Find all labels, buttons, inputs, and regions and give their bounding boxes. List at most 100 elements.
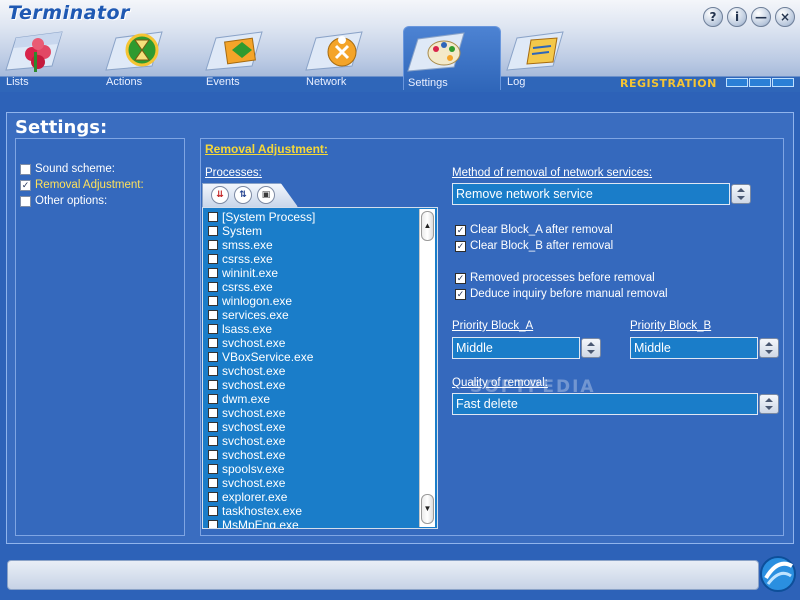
checkbox[interactable]	[208, 520, 218, 528]
checkbox[interactable]	[208, 492, 218, 502]
checkbox[interactable]	[208, 338, 218, 348]
scroll-down-icon[interactable]: ▼	[421, 494, 434, 524]
list-item[interactable]: svchost.exe	[208, 378, 285, 392]
sidebar-item-removal-adjustment[interactable]: ✓ Removal Adjustment:	[20, 178, 144, 192]
quality-select[interactable]: Fast delete	[452, 393, 758, 415]
checkbox[interactable]	[208, 254, 218, 264]
close-button[interactable]: ×	[775, 7, 795, 27]
help-button[interactable]: ?	[703, 7, 723, 27]
tab-events[interactable]: Events	[202, 26, 300, 90]
priority-a-label: Priority Block_A	[452, 320, 534, 332]
checkbox[interactable]	[208, 394, 218, 404]
checkbox[interactable]	[208, 464, 218, 474]
list-item[interactable]: spoolsv.exe	[208, 462, 284, 476]
list-item[interactable]: svchost.exe	[208, 448, 285, 462]
list-item[interactable]: VBoxService.exe	[208, 350, 313, 364]
process-name: System	[222, 224, 263, 238]
process-name: svchost.exe	[222, 378, 286, 392]
method-spin-icon[interactable]	[731, 184, 751, 204]
list-item[interactable]: [System Process]	[208, 210, 315, 224]
checkbox[interactable]: ✓	[20, 179, 31, 191]
quality-spin-icon[interactable]	[759, 394, 779, 414]
list-item[interactable]: svchost.exe	[208, 336, 285, 350]
checkbox[interactable]	[208, 422, 218, 432]
checkbox[interactable]: ✓	[455, 240, 466, 252]
option-deduce-inquiry[interactable]: ✓ Deduce inquiry before manual removal	[455, 287, 668, 301]
checkbox[interactable]	[208, 282, 218, 292]
method-select[interactable]: Remove network service	[452, 183, 730, 205]
section-title: Removal Adjustment:	[205, 142, 328, 156]
status-bar	[7, 560, 759, 590]
list-item[interactable]: svchost.exe	[208, 364, 285, 378]
scroll-up-icon[interactable]: ▲	[421, 211, 434, 241]
priority-b-select[interactable]: Middle	[630, 337, 758, 359]
process-name: svchost.exe	[222, 336, 286, 350]
checkbox[interactable]: ✓	[455, 272, 466, 284]
list-item[interactable]: MsMpEng.exe	[208, 518, 299, 528]
option-clear-block-b[interactable]: ✓ Clear Block_B after removal	[455, 239, 613, 253]
list-item[interactable]: csrss.exe	[208, 252, 273, 266]
tab-log[interactable]: Log	[503, 26, 601, 90]
checkbox[interactable]	[208, 324, 218, 334]
process-list-scrollbar[interactable]: ▲ ▼	[419, 209, 435, 527]
checkbox[interactable]	[20, 195, 31, 207]
refresh-icon[interactable]: ▣	[257, 186, 275, 204]
checkbox[interactable]	[208, 310, 218, 320]
list-item[interactable]: csrss.exe	[208, 280, 273, 294]
list-item[interactable]: dwm.exe	[208, 392, 270, 406]
tab-label: Log	[507, 76, 526, 88]
priority-a-select[interactable]: Middle	[452, 337, 580, 359]
process-name: taskhostex.exe	[222, 504, 303, 518]
list-item[interactable]: svchost.exe	[208, 420, 285, 434]
events-icon	[205, 31, 263, 71]
info-button[interactable]: i	[727, 7, 747, 27]
priority-b-spin-icon[interactable]	[759, 338, 779, 358]
sidebar-item-sound-scheme[interactable]: Sound scheme:	[20, 162, 115, 176]
list-item[interactable]: svchost.exe	[208, 476, 285, 490]
tab-lists[interactable]: Lists	[2, 26, 100, 90]
checkbox[interactable]	[208, 226, 218, 236]
process-list[interactable]: [System Process] System smss.exe csrss.e…	[202, 207, 438, 529]
checkbox[interactable]	[208, 478, 218, 488]
checkbox[interactable]	[208, 296, 218, 306]
checkbox[interactable]	[208, 366, 218, 376]
page-title: Settings:	[15, 117, 108, 138]
checkbox[interactable]	[208, 212, 218, 222]
process-name: dwm.exe	[222, 392, 271, 406]
checkbox[interactable]	[208, 506, 218, 516]
list-item[interactable]: svchost.exe	[208, 434, 285, 448]
checkbox[interactable]	[208, 352, 218, 362]
checkbox[interactable]	[208, 450, 218, 460]
list-item[interactable]: smss.exe	[208, 238, 273, 252]
list-item[interactable]: taskhostex.exe	[208, 504, 302, 518]
checkbox[interactable]: ✓	[455, 288, 466, 300]
swap-icon[interactable]: ⇅	[234, 186, 252, 204]
priority-a-spin-icon[interactable]	[581, 338, 601, 358]
checkbox[interactable]	[208, 240, 218, 250]
tab-settings[interactable]: Settings	[403, 26, 501, 90]
checkbox[interactable]	[208, 408, 218, 418]
list-item[interactable]: services.exe	[208, 308, 289, 322]
tab-actions[interactable]: Actions	[102, 26, 200, 90]
checkbox[interactable]	[208, 436, 218, 446]
list-item[interactable]: svchost.exe	[208, 406, 285, 420]
palette-icon	[407, 32, 465, 72]
list-item[interactable]: System	[208, 224, 262, 238]
list-item[interactable]: explorer.exe	[208, 490, 287, 504]
move-down-icon[interactable]: ⇊	[211, 186, 229, 204]
sidebar-item-other-options[interactable]: Other options:	[20, 194, 107, 208]
checkbox[interactable]: ✓	[455, 224, 466, 236]
minimize-button[interactable]: —	[751, 7, 771, 27]
process-name: services.exe	[222, 308, 289, 322]
checkbox[interactable]	[20, 163, 31, 175]
app-logo-icon	[760, 556, 796, 592]
checkbox[interactable]	[208, 380, 218, 390]
tab-network[interactable]: Network	[302, 26, 400, 90]
list-item[interactable]: winlogon.exe	[208, 294, 292, 308]
list-item[interactable]: wininit.exe	[208, 266, 278, 280]
option-clear-block-a[interactable]: ✓ Clear Block_A after removal	[455, 223, 613, 237]
list-item[interactable]: lsass.exe	[208, 322, 272, 336]
registration-label[interactable]: REGISTRATION	[620, 77, 717, 90]
option-removed-processes[interactable]: ✓ Removed processes before removal	[455, 271, 655, 285]
checkbox[interactable]	[208, 268, 218, 278]
